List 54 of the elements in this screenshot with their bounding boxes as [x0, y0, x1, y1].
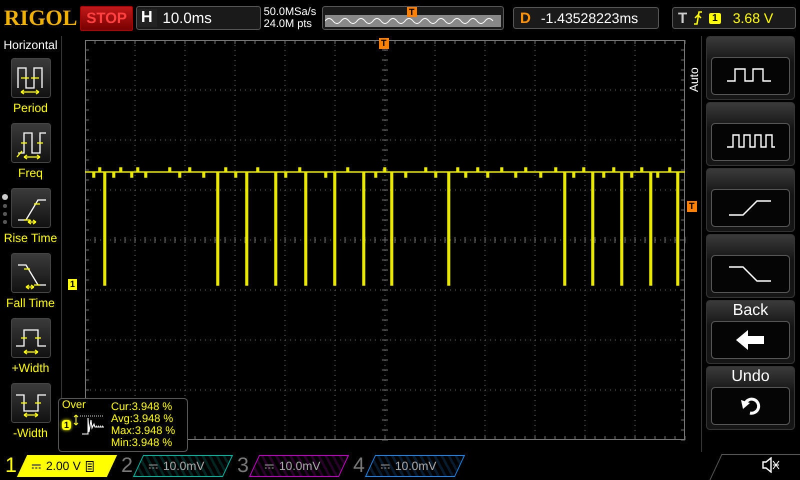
back-arrow-icon [736, 330, 766, 350]
timebase-label: H [136, 9, 156, 27]
trigger-position-marker[interactable]: T [379, 38, 388, 49]
rising-edge-icon [693, 11, 704, 25]
trigger-level-marker[interactable]: T [687, 201, 696, 212]
speaker-muted-icon[interactable] [762, 457, 780, 473]
channel-tab[interactable]: 10.0mV [132, 455, 234, 477]
trigger-voltage: 3.68 V [732, 10, 774, 26]
measurement-stat: Max:3.948 % [111, 425, 176, 437]
channel-marker[interactable]: 1 [68, 279, 78, 290]
measure-menu-item[interactable]: Rise Time [4, 188, 58, 253]
measurement-stat: Avg:3.948 % [111, 413, 174, 425]
dc-coupling-icon [32, 464, 41, 468]
channel-scale: 10.0mV [163, 459, 204, 473]
sample-rate: 50.0MSa/s [264, 6, 318, 18]
measurement-stat: Cur:3.948 % [111, 401, 174, 413]
page-dot[interactable] [3, 212, 7, 216]
softkey[interactable]: Undo [706, 366, 795, 430]
bandwidth-limit-icon [86, 460, 94, 472]
menu-title: Horizontal [3, 38, 58, 52]
page-dot[interactable] [3, 220, 7, 224]
channel-tab[interactable]: 2.00 V [16, 455, 118, 477]
channel-number: 4 [352, 454, 366, 478]
delay-value: -1.43528223ms [540, 10, 638, 26]
trigger-position-marker: T [407, 7, 416, 17]
trigger-box[interactable]: T 1 3.68 V [672, 7, 796, 29]
channel-tab[interactable]: 10.0mV [248, 455, 350, 477]
channel-number: 1 [4, 454, 18, 478]
measurement-channel: 1 [62, 420, 72, 430]
memory-depth: 24.0M pts [264, 18, 313, 30]
channel-number: 2 [120, 454, 134, 478]
trigger-source: 1 [709, 12, 721, 24]
timebase-value: 10.0ms [162, 10, 212, 26]
delay-label: D [520, 10, 531, 26]
timebase-box[interactable]: H 10.0ms [136, 6, 261, 30]
measurement-stat: Min:3.948 % [111, 437, 174, 449]
page-dot[interactable] [2, 194, 8, 200]
channel-scale: 10.0mV [279, 459, 320, 473]
softkey[interactable] [706, 102, 795, 166]
delay-box[interactable]: D -1.43528223ms [513, 7, 659, 29]
channel-tab[interactable]: 10.0mV [364, 455, 466, 477]
dc-coupling-icon [149, 464, 158, 468]
menu-side-label: Auto [686, 66, 700, 92]
channel-scale: 10.0mV [395, 459, 436, 473]
measurement-name: Over [62, 399, 87, 412]
page-dot[interactable] [3, 204, 7, 208]
undo-icon [740, 396, 762, 416]
dc-coupling-icon [381, 464, 390, 468]
channel-number: 3 [236, 454, 250, 478]
brand-logo: RIGOL [4, 5, 78, 31]
softkey[interactable]: Back [706, 300, 795, 364]
dc-coupling-icon [265, 464, 274, 468]
trigger-label: T [678, 10, 688, 26]
channel-scale: 2.00 V [46, 459, 81, 473]
